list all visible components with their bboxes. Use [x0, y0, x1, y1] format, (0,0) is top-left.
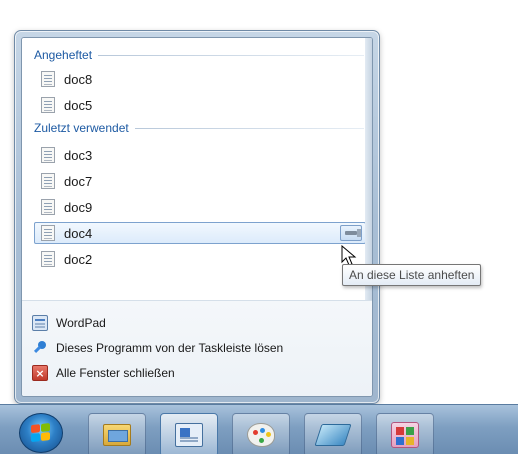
task-unpin-from-taskbar[interactable]: Dieses Programm von der Taskleiste lösen — [32, 338, 283, 358]
item-label: doc3 — [64, 147, 93, 163]
task-close-all-windows[interactable]: × Alle Fenster schließen — [32, 363, 175, 383]
document-icon — [41, 173, 55, 189]
recent-section-header: Zuletzt verwendet — [34, 119, 364, 137]
tooltip-text: An diese Liste anheften — [349, 268, 475, 282]
document-icon — [41, 97, 55, 113]
wordpad-icon — [175, 423, 203, 447]
pin-tooltip: An diese Liste anheften — [342, 264, 482, 286]
taskbar-button-media[interactable] — [376, 413, 434, 454]
item-label: doc7 — [64, 173, 93, 189]
document-icon — [41, 225, 55, 241]
pinned-item-doc8[interactable]: doc8 — [34, 68, 366, 90]
recent-section-label: Zuletzt verwendet — [34, 121, 129, 135]
recent-item-doc9[interactable]: doc9 — [34, 196, 366, 218]
pinned-section-header: Angeheftet — [34, 46, 364, 64]
pinned-item-doc5[interactable]: doc5 — [34, 94, 366, 116]
recent-item-doc3[interactable]: doc3 — [34, 144, 366, 166]
item-label: doc5 — [64, 97, 93, 113]
item-label: doc9 — [64, 199, 93, 215]
item-label: doc2 — [64, 251, 93, 267]
document-icon — [41, 199, 55, 215]
start-button[interactable] — [19, 413, 63, 453]
item-label: doc4 — [64, 225, 93, 241]
document-icon — [41, 71, 55, 87]
taskbar-button-wordpad[interactable] — [160, 413, 218, 454]
tasks-area: WordPad Dieses Programm von der Taskleis… — [22, 300, 372, 396]
wordpad-icon — [32, 315, 48, 331]
section-divider — [98, 54, 364, 56]
task-label: Alle Fenster schließen — [56, 366, 175, 380]
task-label: WordPad — [56, 316, 106, 330]
close-windows-icon: × — [32, 365, 48, 381]
taskbar — [0, 404, 518, 454]
taskbar-button-paint[interactable] — [232, 413, 290, 454]
folder-icon — [103, 424, 131, 446]
pin-icon — [345, 229, 361, 237]
pinned-section-label: Angeheftet — [34, 48, 93, 62]
recent-item-doc2[interactable]: doc2 — [34, 248, 366, 270]
pin-to-list-button[interactable] — [340, 225, 362, 241]
item-label: doc8 — [64, 71, 93, 87]
document-icon — [41, 251, 55, 267]
taskbar-button-explorer[interactable] — [88, 413, 146, 454]
scrollbar[interactable] — [365, 38, 372, 300]
document-icon — [41, 147, 55, 163]
recent-item-doc4[interactable]: doc4 — [34, 222, 366, 244]
windows-logo-icon — [31, 423, 51, 443]
jump-list-panel: Angeheftet doc8 doc5 Zuletzt verwendet d… — [21, 37, 373, 397]
jump-list-items-area: Angeheftet doc8 doc5 Zuletzt verwendet d… — [22, 38, 372, 300]
recent-item-doc7[interactable]: doc7 — [34, 170, 366, 192]
paint-icon — [247, 423, 275, 447]
journal-icon — [314, 424, 352, 446]
jump-list: Angeheftet doc8 doc5 Zuletzt verwendet d… — [14, 30, 380, 404]
task-label: Dieses Programm von der Taskleiste lösen — [56, 341, 284, 355]
section-divider — [134, 127, 364, 129]
taskbar-button-journal[interactable] — [304, 413, 362, 454]
task-open-wordpad[interactable]: WordPad — [32, 313, 106, 333]
media-icon — [391, 422, 419, 448]
unpin-icon — [32, 340, 48, 356]
